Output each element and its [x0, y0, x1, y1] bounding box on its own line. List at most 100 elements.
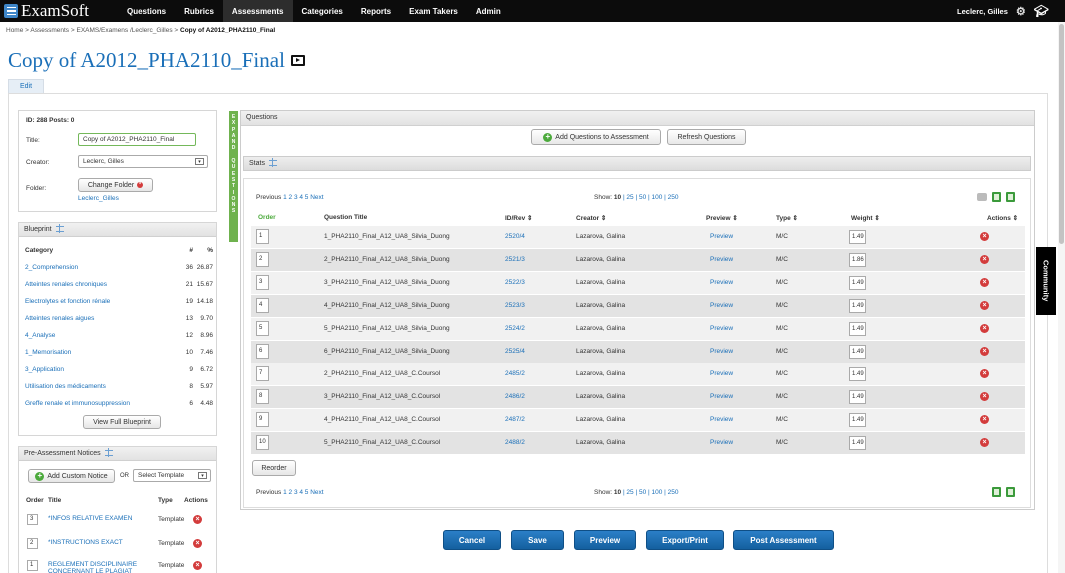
breadcrumb-folder[interactable]: EXAMS/Examens /Leclerc_Gilles — [76, 27, 172, 34]
column-header-id-rev[interactable]: ID/Rev ⇕ — [505, 214, 532, 222]
order-input[interactable]: 3 — [256, 274, 269, 290]
tab-edit[interactable]: Edit — [8, 79, 44, 93]
blueprint-category-link[interactable]: Greffe renale et immunosuppression — [25, 400, 130, 407]
nav-rubrics[interactable]: Rubrics — [175, 0, 223, 22]
breadcrumb-assessments[interactable]: Assessments — [30, 27, 69, 34]
order-input[interactable]: 4 — [256, 297, 269, 313]
post-assessment-button[interactable]: Post Assessment — [733, 530, 834, 550]
nav-questions[interactable]: Questions — [118, 0, 175, 22]
preview-button[interactable]: Preview — [574, 530, 636, 550]
save-button[interactable]: Save — [511, 530, 564, 550]
next-link[interactable]: Next — [310, 194, 323, 201]
remove-icon[interactable]: × — [193, 539, 202, 548]
cancel-button[interactable]: Cancel — [443, 530, 501, 550]
id-rev-link[interactable]: 2522/3 — [505, 279, 525, 286]
brand-logo[interactable]: ExamSoft — [0, 1, 118, 21]
excel-icon[interactable] — [1006, 487, 1015, 497]
menu-icon[interactable] — [4, 4, 18, 18]
weight-input[interactable]: 1.49 — [849, 390, 866, 405]
add-custom-notice-button[interactable]: + Add Custom Notice — [28, 469, 115, 483]
id-rev-link[interactable]: 2521/3 — [505, 256, 525, 263]
reorder-button[interactable]: Reorder — [252, 460, 296, 476]
notice-order-input[interactable]: 2 — [27, 538, 38, 549]
weight-input[interactable]: 1.49 — [849, 298, 866, 313]
column-header-type[interactable]: Type ⇕ — [776, 214, 798, 222]
order-input[interactable]: 9 — [256, 412, 269, 428]
weight-input[interactable]: 1.86 — [849, 252, 866, 267]
expand-questions-toggle[interactable]: EXPAND QUESTIONS — [229, 111, 238, 242]
community-tab[interactable]: Community — [1036, 247, 1056, 315]
select-template-dropdown[interactable]: Select Template ▾ — [133, 469, 211, 482]
order-input[interactable]: 1 — [256, 229, 269, 244]
view-full-blueprint-button[interactable]: View Full Blueprint — [83, 415, 161, 429]
id-rev-link[interactable]: 2525/4 — [505, 348, 525, 355]
remove-icon[interactable]: × — [980, 323, 989, 333]
id-rev-link[interactable]: 2524/2 — [505, 325, 525, 332]
id-rev-link[interactable]: 2523/3 — [505, 302, 525, 309]
weight-input[interactable]: 1.49 — [849, 275, 866, 290]
remove-icon[interactable]: × — [980, 415, 989, 425]
notice-title-link[interactable]: *INFOS RELATIVE EXAMEN — [48, 515, 153, 522]
id-rev-link[interactable]: 2485/2 — [505, 370, 525, 377]
preview-link[interactable]: Preview — [710, 370, 733, 377]
blueprint-category-link[interactable]: 2_Comprehension — [25, 264, 78, 271]
stats-bar[interactable]: Stats — [243, 156, 1031, 171]
excel-icon[interactable] — [1006, 192, 1015, 202]
blueprint-category-link[interactable]: Electrolytes et fonction rénale — [25, 298, 110, 305]
page-scrollbar[interactable] — [1058, 22, 1065, 573]
change-folder-button[interactable]: Change Folder * — [78, 178, 153, 192]
blueprint-category-link[interactable]: 4_Analyse — [25, 332, 55, 339]
nav-reports[interactable]: Reports — [352, 0, 400, 22]
notice-title-link[interactable]: REGLEMENT DISCIPLINAIRE CONCERNANT LE PL… — [48, 561, 153, 573]
preview-link[interactable]: Preview — [710, 256, 733, 263]
preview-link[interactable]: Preview — [710, 439, 733, 446]
blueprint-category-link[interactable]: Atteintes renales aigues — [25, 315, 94, 322]
preview-link[interactable]: Preview — [710, 325, 733, 332]
id-rev-link[interactable]: 2488/2 — [505, 439, 525, 446]
folder-link[interactable]: Leclerc_Gilles — [78, 195, 119, 202]
order-input[interactable]: 2 — [256, 251, 269, 267]
id-rev-link[interactable]: 2520/4 — [505, 233, 525, 240]
weight-input[interactable]: 1.49 — [849, 321, 866, 336]
id-rev-link[interactable]: 2487/2 — [505, 416, 525, 423]
column-header-weight[interactable]: Weight ⇕ — [851, 214, 880, 222]
preview-link[interactable]: Preview — [710, 302, 733, 309]
title-input[interactable]: Copy of A2012_PHA2110_Final — [78, 133, 196, 146]
sort-icon[interactable] — [268, 158, 277, 168]
sort-icon[interactable] — [104, 448, 113, 458]
remove-icon[interactable]: × — [980, 369, 989, 379]
excel-icon[interactable] — [992, 487, 1001, 497]
column-header-actions[interactable]: Actions ⇕ — [987, 214, 1018, 222]
remove-icon[interactable]: × — [980, 346, 989, 356]
remove-icon[interactable]: × — [193, 515, 202, 524]
remove-icon[interactable]: × — [980, 300, 989, 310]
weight-input[interactable]: 1.49 — [849, 367, 866, 382]
id-rev-link[interactable]: 2486/2 — [505, 393, 525, 400]
preview-link[interactable]: Preview — [710, 348, 733, 355]
page-links[interactable]: 1 2 3 4 5 — [283, 194, 308, 201]
weight-input[interactable]: 1.49 — [849, 413, 866, 428]
notice-title-link[interactable]: *INSTRUCTIONS EXACT — [48, 539, 153, 546]
preview-link[interactable]: Preview — [710, 393, 733, 400]
order-input[interactable]: 8 — [256, 389, 269, 405]
nav-categories[interactable]: Categories — [293, 0, 352, 22]
printer-icon[interactable] — [977, 193, 987, 201]
remove-icon[interactable]: × — [980, 254, 989, 264]
next-link[interactable]: Next — [310, 489, 323, 496]
preview-link[interactable]: Preview — [710, 279, 733, 286]
breadcrumb-home[interactable]: Home — [6, 27, 23, 34]
remove-icon[interactable]: × — [193, 561, 202, 570]
order-input[interactable]: 10 — [256, 435, 269, 451]
weight-input[interactable]: 1.49 — [849, 230, 866, 244]
blueprint-category-link[interactable]: Utilisation des médicaments — [25, 383, 106, 390]
sort-icon[interactable] — [55, 224, 64, 234]
order-input[interactable]: 7 — [256, 366, 269, 382]
creator-select[interactable]: Leclerc, Gilles ▾ — [78, 155, 208, 168]
remove-icon[interactable]: × — [980, 438, 989, 448]
page-links[interactable]: 1 2 3 4 5 — [283, 489, 308, 496]
blueprint-category-link[interactable]: 3_Application — [25, 366, 64, 373]
refresh-questions-button[interactable]: Refresh Questions — [667, 129, 746, 145]
add-questions-button[interactable]: + Add Questions to Assessment — [531, 129, 661, 145]
nav-assessments[interactable]: Assessments — [222, 0, 293, 22]
weight-input[interactable]: 1.49 — [849, 436, 866, 451]
